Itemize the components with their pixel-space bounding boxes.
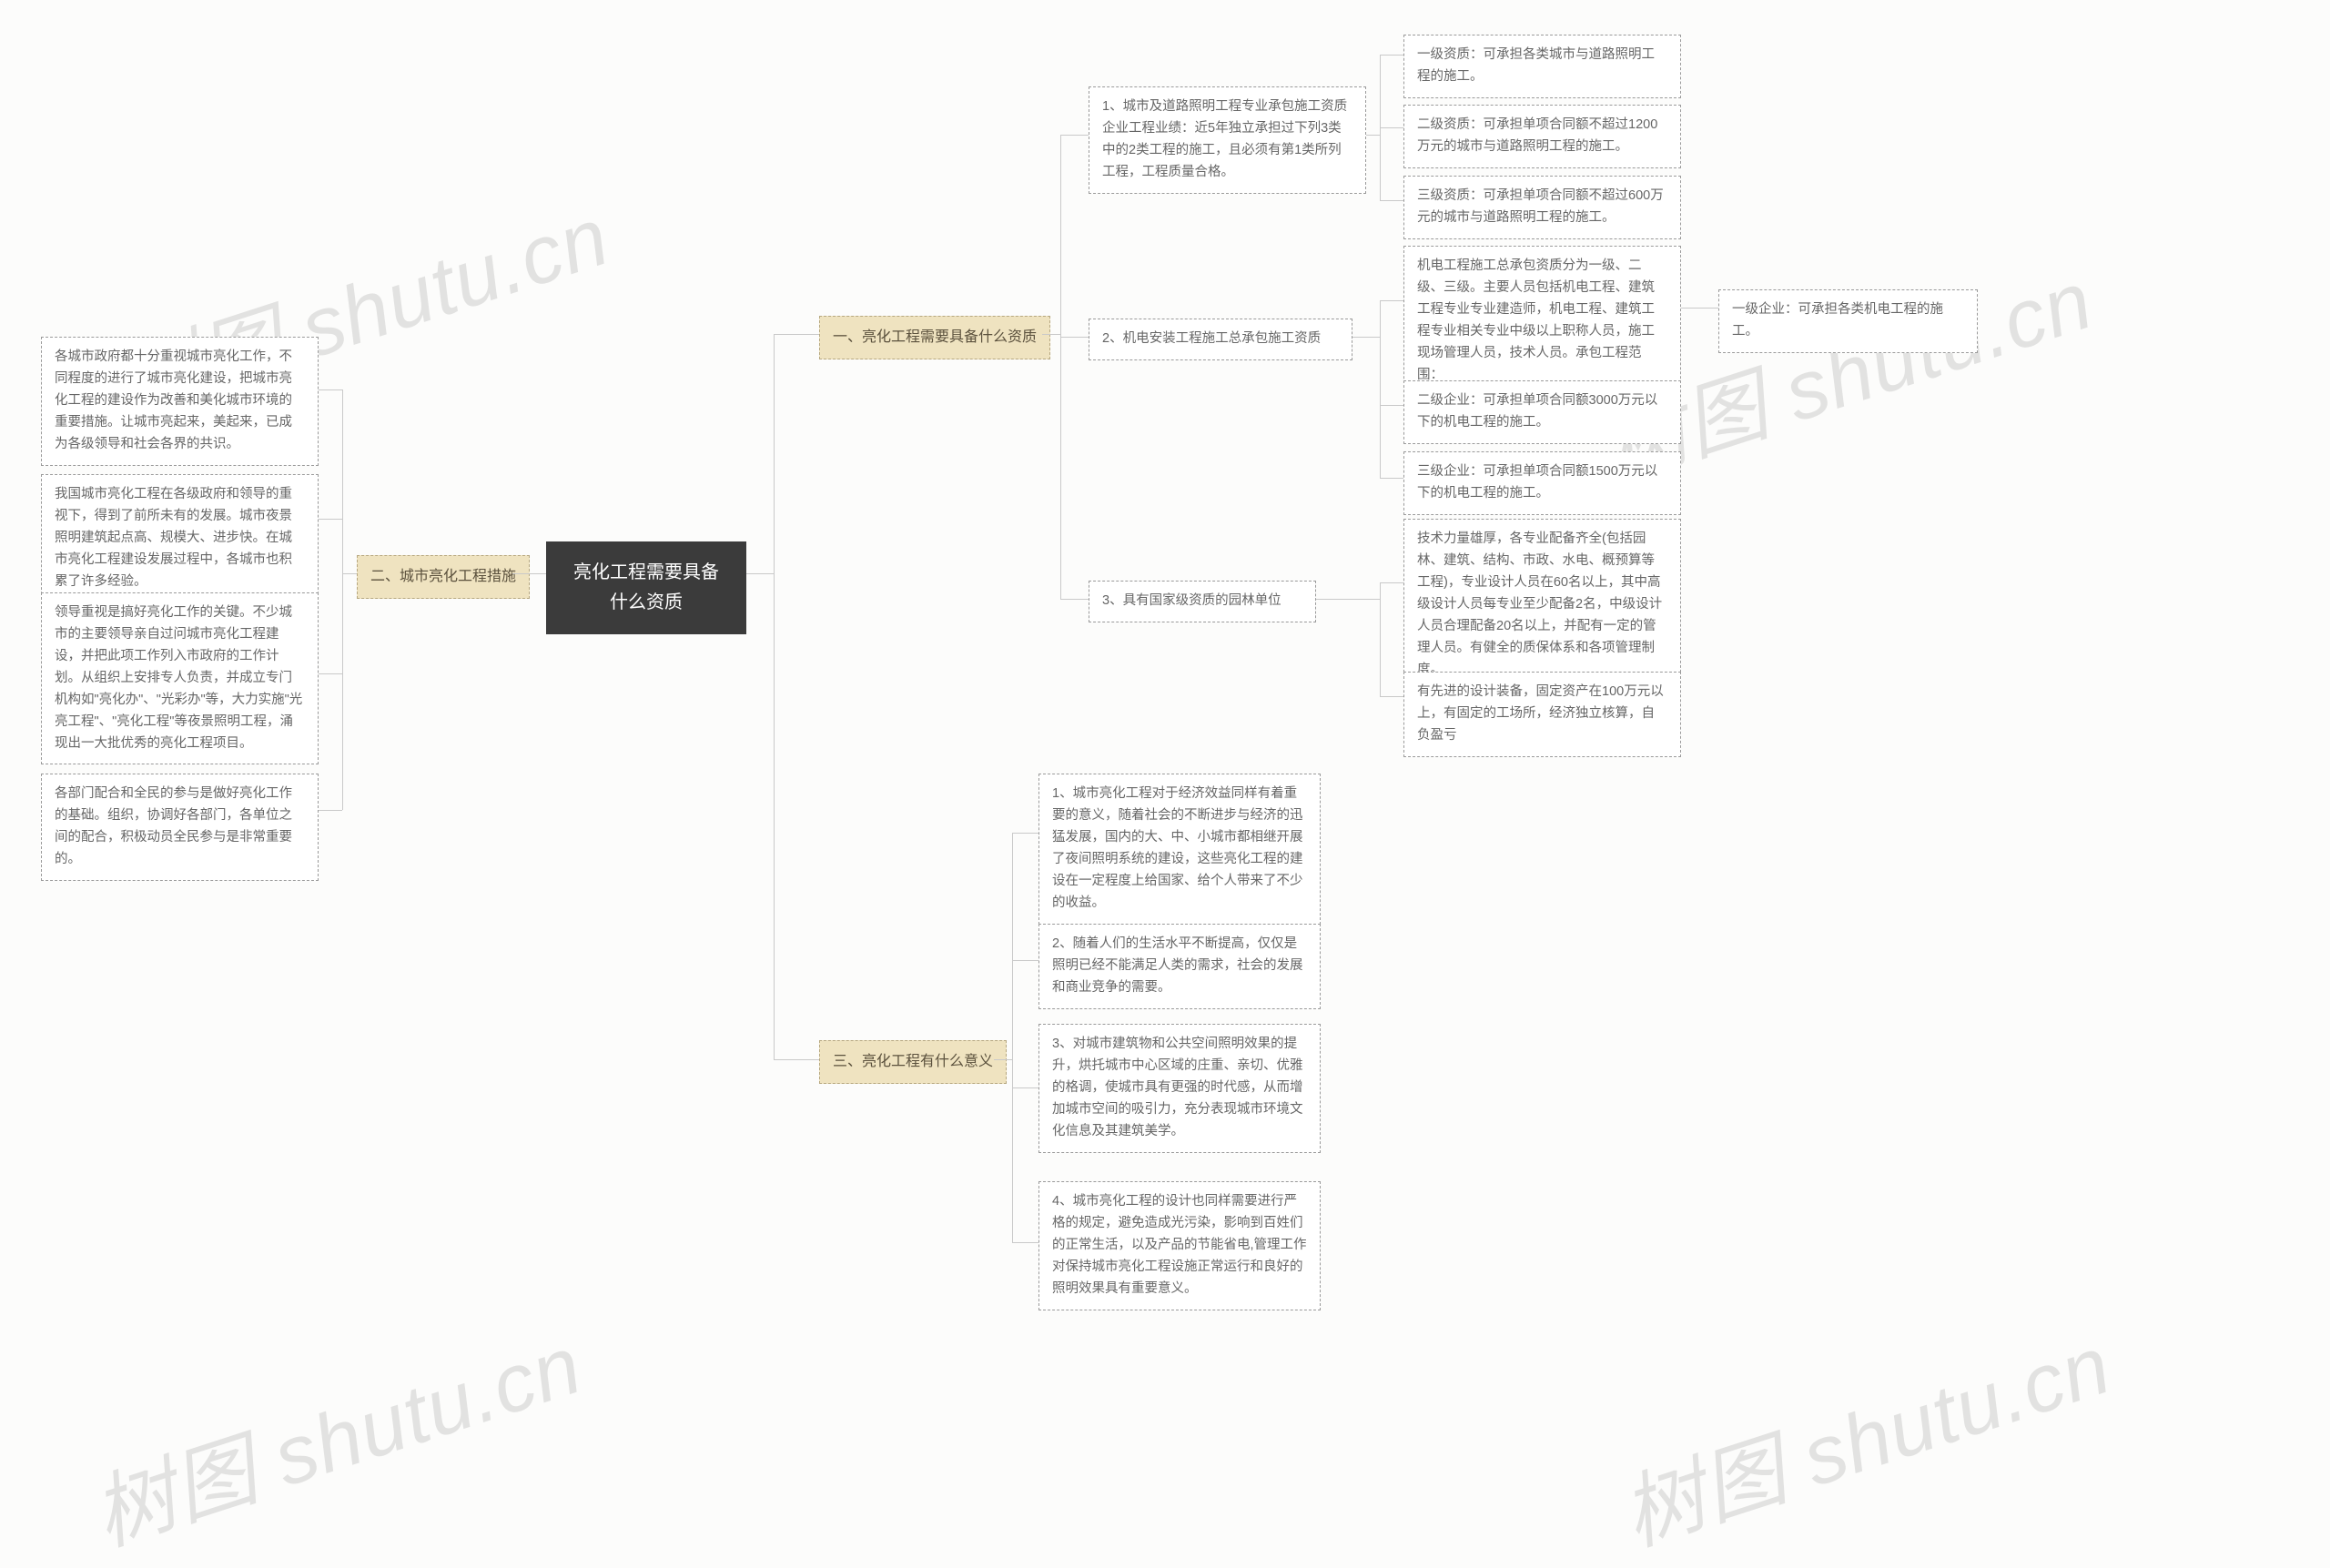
connector bbox=[1380, 300, 1403, 301]
branch-1[interactable]: 一、亮化工程需要具备什么资质 bbox=[819, 316, 1050, 359]
b1-n2-child-1[interactable]: 机电工程施工总承包资质分为一级、二级、三级。主要人员包括机电工程、建筑工程专业专… bbox=[1403, 246, 1681, 397]
b3-node-1[interactable]: 1、城市亮化工程对于经济效益同样有着重要的意义，随着社会的不断进步与经济的迅猛发… bbox=[1038, 774, 1321, 925]
connector bbox=[774, 1059, 819, 1060]
b1-node-2[interactable]: 2、机电安装工程施工总承包施工资质 bbox=[1089, 319, 1352, 360]
b3-node-4[interactable]: 4、城市亮化工程的设计也同样需要进行严格的规定，避免造成光污染，影响到百姓们的正… bbox=[1038, 1181, 1321, 1310]
connector bbox=[1352, 337, 1380, 338]
connector bbox=[1380, 696, 1403, 697]
b1-n3-child-2[interactable]: 有先进的设计装备，固定资产在100万元以上，有固定的工场所，经济独立核算，自负盈… bbox=[1403, 672, 1681, 757]
connector bbox=[1380, 582, 1403, 583]
connector bbox=[319, 810, 342, 811]
b1-n2-child-3[interactable]: 三级企业：可承担单项合同额1500万元以下的机电工程的施工。 bbox=[1403, 451, 1681, 515]
b2-node-2[interactable]: 我国城市亮化工程在各级政府和领导的重视下，得到了前所未有的发展。城市夜景照明建筑… bbox=[41, 474, 319, 603]
connector bbox=[1380, 582, 1381, 696]
connector bbox=[342, 573, 357, 574]
connector bbox=[1012, 833, 1038, 834]
connector bbox=[1060, 599, 1089, 600]
b1-node-1[interactable]: 1、城市及道路照明工程专业承包施工资质企业工程业绩：近5年独立承担过下列3类中的… bbox=[1089, 86, 1366, 194]
branch-2[interactable]: 二、城市亮化工程措施 bbox=[357, 555, 530, 599]
connector bbox=[774, 334, 775, 1059]
b1-node-3[interactable]: 3、具有国家级资质的园林单位 bbox=[1089, 581, 1316, 622]
connector bbox=[319, 389, 342, 390]
connector bbox=[1380, 478, 1403, 479]
connector bbox=[1042, 334, 1060, 335]
connector bbox=[1380, 55, 1403, 56]
connector bbox=[1316, 599, 1380, 600]
connector bbox=[342, 389, 343, 810]
b2-node-3[interactable]: 领导重视是搞好亮化工作的关键。不少城市的主要领导亲自过问城市亮化工程建设，并把此… bbox=[41, 592, 319, 764]
connector bbox=[1012, 1087, 1038, 1088]
b3-node-2[interactable]: 2、随着人们的生活水平不断提高，仅仅是照明已经不能满足人类的需求，社会的发展和商… bbox=[1038, 924, 1321, 1009]
connector bbox=[994, 1059, 1012, 1060]
connector bbox=[1012, 833, 1013, 1242]
b2-node-4[interactable]: 各部门配合和全民的参与是做好亮化工作的基础。组织，协调好各部门，各单位之间的配合… bbox=[41, 774, 319, 881]
b2-node-1[interactable]: 各城市政府都十分重视城市亮化工作，不同程度的进行了城市亮化建设，把城市亮化工程的… bbox=[41, 337, 319, 466]
connector bbox=[1060, 337, 1089, 338]
connector bbox=[1366, 135, 1380, 136]
b3-node-3[interactable]: 3、对城市建筑物和公共空间照明效果的提升，烘托城市中心区域的庄重、亲切、优雅的格… bbox=[1038, 1024, 1321, 1153]
connector bbox=[1012, 1242, 1038, 1243]
b1-n1-child-1[interactable]: 一级资质：可承担各类城市与道路照明工程的施工。 bbox=[1403, 35, 1681, 98]
connector bbox=[1060, 135, 1089, 136]
watermark: 树图 shutu.cn bbox=[76, 1299, 594, 1568]
b1-n1-child-3[interactable]: 三级资质：可承担单项合同额不超过600万元的城市与道路照明工程的施工。 bbox=[1403, 176, 1681, 239]
b1-n2-child-2[interactable]: 二级企业：可承担单项合同额3000万元以下的机电工程的施工。 bbox=[1403, 380, 1681, 444]
connector bbox=[512, 573, 546, 574]
root-node[interactable]: 亮化工程需要具备什么资质 bbox=[546, 541, 746, 634]
connector bbox=[1380, 127, 1403, 128]
connector bbox=[1012, 960, 1038, 961]
connector bbox=[1380, 200, 1403, 201]
connector bbox=[774, 334, 819, 335]
connector bbox=[746, 573, 774, 574]
connector bbox=[319, 519, 342, 520]
watermark: 树图 shutu.cn bbox=[1606, 1299, 2123, 1568]
b1-n3-child-1[interactable]: 技术力量雄厚，各专业配备齐全(包括园林、建筑、结构、市政、水电、概预算等工程)，… bbox=[1403, 519, 1681, 691]
connector bbox=[319, 673, 342, 674]
mindmap-canvas: 树图 shutu.cn 树图 shutu.cn 树图 shutu.cn 树图 s… bbox=[0, 0, 2330, 1490]
b1-n2-c1-child[interactable]: 一级企业：可承担各类机电工程的施工。 bbox=[1718, 289, 1978, 353]
connector bbox=[1380, 300, 1381, 478]
connector bbox=[1060, 135, 1061, 599]
b1-n1-child-2[interactable]: 二级资质：可承担单项合同额不超过1200万元的城市与道路照明工程的施工。 bbox=[1403, 105, 1681, 168]
branch-3[interactable]: 三、亮化工程有什么意义 bbox=[819, 1040, 1007, 1084]
connector bbox=[1681, 308, 1718, 309]
connector bbox=[1380, 405, 1403, 406]
